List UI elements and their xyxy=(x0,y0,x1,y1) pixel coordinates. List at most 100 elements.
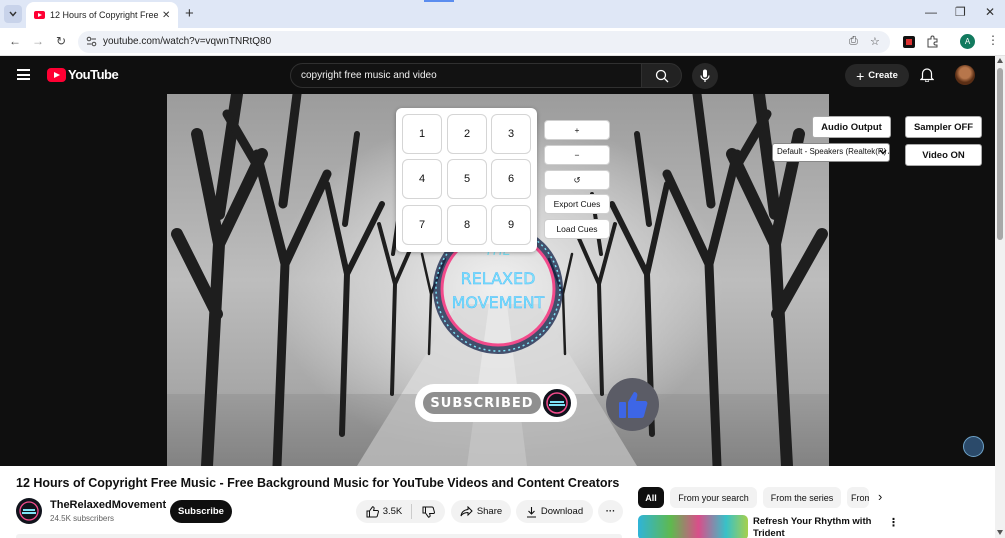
pad-button-8[interactable]: 8 xyxy=(447,205,487,245)
recommendation-more-icon[interactable]: ⋮ xyxy=(888,516,899,529)
extension-icon[interactable] xyxy=(903,36,915,48)
recommendation-title[interactable]: Refresh Your Rhythm with Trident xyxy=(753,516,873,538)
close-window-icon[interactable]: ✕ xyxy=(985,5,995,19)
channel-logo-icon xyxy=(541,387,573,419)
thumbs-up-icon xyxy=(618,391,647,418)
address-bar[interactable]: youtube.com/watch?v=vqwnTNRtQ80 ⎙ ☆ xyxy=(78,31,890,53)
description-box-edge xyxy=(16,534,622,538)
select-chevron-down-icon xyxy=(879,149,887,155)
bookmark-star-icon[interactable]: ☆ xyxy=(870,35,880,48)
search-icon xyxy=(655,69,669,83)
video-title: 12 Hours of Copyright Free Music - Free … xyxy=(16,476,620,490)
download-icon xyxy=(526,506,536,518)
channel-avatar[interactable] xyxy=(16,498,42,524)
more-horizontal-icon: ··· xyxy=(605,506,616,517)
menu-kebab-icon[interactable]: ⋮ xyxy=(987,33,999,47)
channel-subscriber-count: 24.5K subscribers xyxy=(50,514,115,523)
logo-line-2: RELAXED xyxy=(461,269,536,288)
youtube-favicon-icon xyxy=(34,11,45,19)
plus-icon: + xyxy=(856,67,865,84)
reset-button[interactable]: ↺ xyxy=(544,170,610,190)
chip-from-the-series[interactable]: From the series xyxy=(763,487,841,508)
pad-button-4[interactable]: 4 xyxy=(402,159,442,199)
extensions-puzzle-icon[interactable] xyxy=(926,35,939,48)
sampler-toggle-button[interactable]: Sampler OFF xyxy=(905,116,982,138)
voice-search-button[interactable] xyxy=(692,63,718,89)
share-arrow-icon xyxy=(460,506,473,517)
browser-tab-active[interactable]: 12 Hours of Copyright Free Music - Free … xyxy=(26,2,178,28)
like-graphic xyxy=(606,378,659,431)
chips-next-arrow-icon[interactable]: › xyxy=(878,489,882,504)
sampler-pad-panel: 1 2 3 4 5 6 7 8 9 xyxy=(396,108,537,252)
thumbs-down-outline-icon xyxy=(422,506,435,518)
subscribed-text: SUBSCRIBED xyxy=(423,392,541,414)
browser-tab-bar: 12 Hours of Copyright Free Music - Free … xyxy=(0,0,1005,28)
pad-button-5[interactable]: 5 xyxy=(447,159,487,199)
notifications-bell-icon[interactable] xyxy=(920,67,934,82)
share-label: Share xyxy=(476,506,503,517)
tab-search-button[interactable] xyxy=(4,5,22,23)
scroll-up-arrow-icon[interactable] xyxy=(997,58,1003,63)
youtube-logo-text[interactable]: YouTube xyxy=(68,67,119,82)
chip-all[interactable]: All xyxy=(638,487,664,508)
export-cues-button[interactable]: Export Cues xyxy=(544,194,610,214)
browser-toolbar: ← → ↻ youtube.com/watch?v=vqwnTNRtQ80 ⎙ … xyxy=(0,28,1005,56)
share-button[interactable]: Share xyxy=(451,500,511,523)
minimize-icon[interactable]: — xyxy=(925,5,937,19)
profile-avatar[interactable]: A xyxy=(960,34,975,49)
back-arrow-icon[interactable]: ← xyxy=(9,34,21,48)
install-app-icon[interactable]: ⎙ xyxy=(849,35,858,48)
youtube-header: YouTube copyright free music and video +… xyxy=(0,56,995,94)
thumbs-up-outline-icon xyxy=(366,505,379,517)
minus-button[interactable]: − xyxy=(544,145,610,165)
url-text: youtube.com/watch?v=vqwnTNRtQ80 xyxy=(103,36,272,47)
create-button[interactable]: + Create xyxy=(845,64,909,87)
pad-button-1[interactable]: 1 xyxy=(402,114,442,154)
download-button[interactable]: Download xyxy=(516,500,593,523)
pad-button-7[interactable]: 7 xyxy=(402,205,442,245)
recommendation-thumbnail[interactable] xyxy=(638,515,748,538)
more-actions-button[interactable]: ··· xyxy=(598,500,623,523)
output-device-value: Default - Speakers (Realtek(R) Audio) xyxy=(777,147,889,156)
video-toggle-button[interactable]: Video ON xyxy=(905,144,982,166)
user-avatar[interactable] xyxy=(955,65,975,85)
download-label: Download xyxy=(540,506,584,517)
chevron-down-icon xyxy=(9,11,17,17)
search-input[interactable]: copyright free music and video xyxy=(290,63,642,88)
forward-arrow-icon[interactable]: → xyxy=(32,34,44,48)
pad-button-6[interactable]: 6 xyxy=(491,159,531,199)
scrollbar-thumb[interactable] xyxy=(997,68,1003,240)
window-drag-indicator xyxy=(424,0,454,2)
plus-button[interactable]: + xyxy=(544,120,610,140)
subscribe-button[interactable]: Subscribe xyxy=(170,500,232,523)
like-button[interactable]: 3.5K xyxy=(356,500,412,523)
dislike-button[interactable] xyxy=(412,500,445,523)
page-scrollbar[interactable] xyxy=(995,56,1005,538)
pad-button-9[interactable]: 9 xyxy=(491,205,531,245)
tab-title: 12 Hours of Copyright Free Music - Free … xyxy=(50,10,158,20)
create-label: Create xyxy=(868,70,898,81)
screen: 12 Hours of Copyright Free Music - Free … xyxy=(0,0,1005,538)
new-tab-button[interactable]: + xyxy=(185,5,194,22)
tab-close-icon[interactable]: ✕ xyxy=(162,10,170,21)
chip-from-your-search[interactable]: From your search xyxy=(670,487,757,508)
output-device-select[interactable]: Default - Speakers (Realtek(R) Audio) xyxy=(772,143,890,162)
restore-icon[interactable]: ❐ xyxy=(955,5,966,19)
chip-from-channel[interactable]: From TheRelaxedMovement xyxy=(847,487,869,508)
audio-output-button[interactable]: Audio Output xyxy=(812,116,891,138)
reload-icon[interactable]: ↻ xyxy=(56,34,66,48)
logo-line-3: MOVEMENT xyxy=(452,293,545,312)
site-settings-icon[interactable] xyxy=(86,36,97,47)
subscribed-graphic: SUBSCRIBED xyxy=(415,384,577,422)
like-count: 3.5K xyxy=(382,506,403,517)
channel-watermark-icon[interactable] xyxy=(963,436,984,457)
pad-button-2[interactable]: 2 xyxy=(447,114,487,154)
microphone-icon xyxy=(700,69,710,82)
hamburger-menu-icon[interactable] xyxy=(17,69,30,80)
search-button[interactable] xyxy=(641,63,682,88)
channel-name[interactable]: TheRelaxedMovement xyxy=(50,499,166,511)
scroll-down-arrow-icon[interactable] xyxy=(997,530,1003,535)
pad-button-3[interactable]: 3 xyxy=(491,114,531,154)
load-cues-button[interactable]: Load Cues xyxy=(544,219,610,239)
youtube-logo-icon[interactable] xyxy=(47,68,66,82)
